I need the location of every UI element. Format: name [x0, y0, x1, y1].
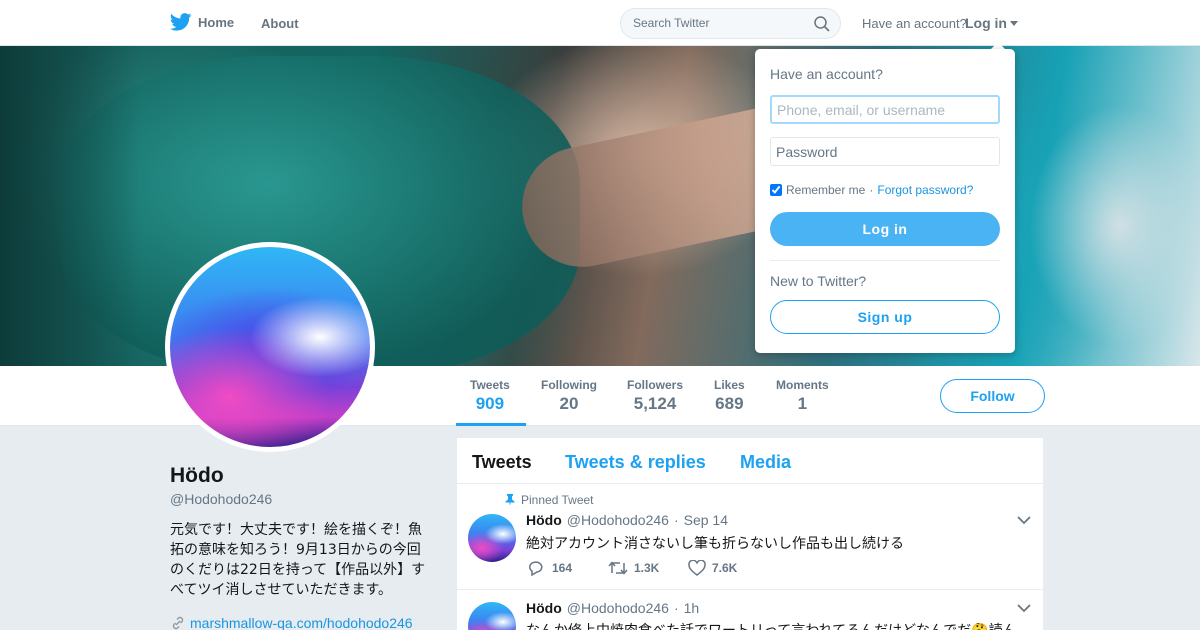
retweet-icon	[608, 561, 628, 575]
stat-likes[interactable]: Likes 689	[714, 378, 745, 414]
new-to-twitter-text: New to Twitter?	[770, 273, 867, 289]
stat-value: 1	[797, 394, 808, 413]
profile-website-link[interactable]: marshmallow-qa.com/hodohodo246	[170, 615, 413, 630]
retweet-action[interactable]: 1.3K	[608, 560, 688, 576]
stat-value: 5,124	[633, 394, 677, 413]
profile-link-text: marshmallow-qa.com/hodohodo246	[190, 615, 413, 630]
stat-following[interactable]: Following 20	[541, 378, 597, 414]
search-box	[620, 8, 841, 39]
tweet-text: なんか修上中焼肉食べた話でワートリって言われてるんだけどなんでだ🤔読ん	[526, 620, 1026, 630]
remember-checkbox[interactable]	[770, 184, 782, 196]
remember-row: Remember me · Forgot password?	[770, 183, 973, 197]
login-dropdown: Have an account? Remember me · Forgot pa…	[755, 49, 1015, 353]
follow-button[interactable]: Follow	[940, 379, 1045, 413]
forgot-password-link[interactable]: Forgot password?	[877, 183, 973, 197]
tweet-avatar[interactable]	[468, 514, 516, 562]
nav-home-link[interactable]: Home	[170, 13, 234, 31]
pinned-label: Pinned Tweet	[505, 493, 594, 507]
tweet-author-handle[interactable]: @Hodohodo246	[567, 512, 669, 528]
tweet-item[interactable]: Hödo @Hodohodo246 · 1h なんか修上中焼肉食べた話でワートリ…	[457, 590, 1043, 630]
signup-button[interactable]: Sign up	[770, 300, 1000, 334]
tab-media[interactable]: Media	[740, 452, 791, 473]
retweet-count: 1.3K	[634, 561, 660, 575]
login-button[interactable]: Log in	[770, 212, 1000, 246]
have-account-text: Have an account?	[862, 16, 967, 31]
dropdown-divider	[770, 260, 1000, 261]
tweet-author-handle[interactable]: @Hodohodo246	[567, 600, 669, 616]
dropdown-title: Have an account?	[770, 66, 883, 82]
stat-value: 689	[715, 394, 744, 413]
tweet-item[interactable]: Pinned Tweet Hödo @Hodohodo246 · Sep 14 …	[457, 484, 1043, 590]
nav-about-link[interactable]: About	[261, 16, 299, 31]
stat-label: Followers	[627, 378, 684, 392]
stat-value: 909	[475, 394, 505, 413]
timeline-tabs: Tweets Tweets & replies Media	[457, 438, 1043, 484]
search-icon[interactable]	[814, 16, 830, 32]
banner-shape	[0, 46, 140, 366]
top-nav: Home About Have an account? Log in	[0, 0, 1200, 46]
tweet-separator: ·	[673, 600, 679, 616]
profile-avatar[interactable]	[165, 242, 375, 452]
stat-tweets[interactable]: Tweets 909	[470, 378, 510, 414]
tweet-text: 絶対アカウント消さないし筆も折らないし作品も出し続ける	[526, 536, 904, 552]
profile-name: Hödo	[170, 464, 224, 487]
timeline: Tweets Tweets & replies Media Pinned Twe…	[456, 437, 1044, 630]
tweet-header: Hödo @Hodohodo246 · 1h	[526, 600, 699, 616]
stat-moments[interactable]: Moments 1	[776, 378, 829, 414]
stat-label: Moments	[776, 378, 829, 392]
reply-action[interactable]: 164	[528, 560, 608, 576]
stat-value: 20	[559, 394, 579, 413]
nav-home-label: Home	[198, 14, 235, 30]
tab-tweets-replies[interactable]: Tweets & replies	[565, 452, 706, 473]
twitter-bird-icon	[170, 13, 192, 31]
link-icon	[172, 616, 184, 630]
stat-followers[interactable]: Followers 5,124	[627, 378, 683, 414]
heart-icon	[688, 560, 706, 576]
pinned-text: Pinned Tweet	[521, 493, 594, 507]
tweet-actions: 164 1.3K 7.6K	[528, 560, 768, 576]
login-link-label: Log in	[965, 15, 1007, 31]
tweet-separator: ·	[673, 512, 679, 528]
chevron-down-icon[interactable]	[1017, 604, 1031, 613]
reply-count: 164	[552, 561, 573, 575]
tweet-avatar[interactable]	[468, 602, 516, 630]
tweet-author-name[interactable]: Hödo	[526, 512, 562, 528]
remember-separator: ·	[869, 183, 874, 197]
stat-label: Tweets	[470, 378, 510, 392]
remember-label[interactable]: Remember me	[786, 183, 865, 197]
login-dropdown-toggle[interactable]: Log in	[965, 15, 1018, 31]
reply-icon	[529, 561, 543, 576]
tweet-header: Hödo @Hodohodo246 · Sep 14	[526, 512, 728, 528]
stat-label: Following	[541, 378, 597, 392]
like-count: 7.6K	[712, 561, 738, 575]
caret-down-icon	[1010, 20, 1018, 26]
search-input[interactable]	[633, 16, 808, 30]
like-action[interactable]: 7.6K	[688, 560, 768, 576]
profile-bio: 元気です！大丈夫です！絵を描くぞ！魚拓の意味を知ろう！9月13日からの今回のくだ…	[170, 522, 426, 598]
tweet-timestamp[interactable]: Sep 14	[684, 512, 728, 528]
profile-handle[interactable]: @Hodohodo246	[170, 491, 272, 507]
tab-tweets[interactable]: Tweets	[472, 452, 532, 473]
chevron-down-icon[interactable]	[1017, 516, 1031, 525]
stat-label: Likes	[714, 378, 745, 392]
active-stat-underline	[456, 423, 526, 426]
username-field[interactable]	[770, 95, 1000, 124]
tweet-timestamp[interactable]: 1h	[684, 600, 700, 616]
pin-icon	[505, 494, 515, 506]
tweet-author-name[interactable]: Hödo	[526, 600, 562, 616]
password-field[interactable]	[770, 137, 1000, 166]
